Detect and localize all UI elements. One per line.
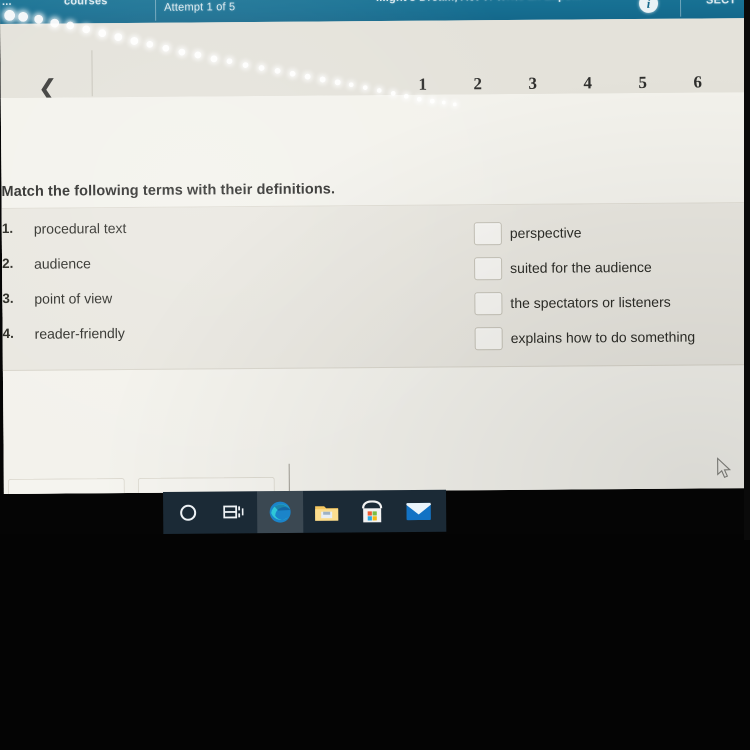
- info-icon[interactable]: i: [638, 0, 659, 13]
- definition-row: perspective: [473, 221, 750, 258]
- definition-row: suited for the audience: [474, 256, 750, 293]
- attempt-counter: Attempt 1 of 5: [164, 1, 236, 14]
- term-row: 3. point of view: [2, 288, 332, 326]
- page-number-2[interactable]: 2: [465, 74, 491, 94]
- term-row: 2. audience: [2, 253, 332, 291]
- mouse-pointer: [717, 457, 733, 479]
- laptop-screen: ... courses Attempt 1 of 5 ...ight's Dre…: [0, 0, 750, 494]
- answer-input-box[interactable]: [474, 327, 503, 351]
- question-body: Match the following terms with their def…: [0, 92, 750, 494]
- page-number-4[interactable]: 4: [575, 73, 601, 93]
- term-number: 2.: [2, 255, 14, 271]
- term-label: procedural text: [33, 220, 127, 237]
- term-row: 4. reader-friendly: [3, 323, 333, 361]
- nav-divider: [91, 50, 93, 97]
- term-row: 1. procedural text: [2, 218, 332, 256]
- microsoft-store-icon[interactable]: [349, 490, 395, 532]
- text-caret: [288, 463, 290, 494]
- section-label[interactable]: SECT: [706, 0, 736, 6]
- cortana-icon[interactable]: [165, 492, 211, 534]
- definition-row: explains how to do something: [474, 326, 750, 363]
- footer-button-left[interactable]: [7, 478, 125, 494]
- definition-row: the spectators or listeners: [474, 291, 750, 328]
- windows-taskbar: [163, 489, 447, 534]
- term-number: 1.: [1, 220, 14, 236]
- page-number-3[interactable]: 3: [520, 74, 546, 94]
- photo-dark-border-bottom: [0, 534, 750, 750]
- header-divider-left: [154, 0, 157, 21]
- term-label: point of view: [34, 290, 113, 307]
- answer-input-box[interactable]: [474, 292, 503, 316]
- edge-browser-icon[interactable]: [256, 490, 304, 534]
- breadcrumb-home[interactable]: ...: [2, 0, 12, 8]
- page-number-1[interactable]: 1: [410, 75, 436, 95]
- assignment-title: ...ight's Dream, Act V: Write an Expo...: [376, 0, 582, 4]
- term-label: reader-friendly: [34, 325, 125, 342]
- answer-input-box[interactable]: [473, 222, 502, 246]
- file-explorer-icon[interactable]: [303, 491, 349, 533]
- task-view-icon[interactable]: [211, 491, 257, 533]
- term-label: audience: [34, 255, 91, 272]
- definitions-column: perspective suited for the audience the sp…: [473, 221, 750, 363]
- definition-label: perspective: [509, 224, 582, 242]
- definition-label: the spectators or listeners: [510, 293, 671, 312]
- matching-question-card: 1. procedural text 2. audience 3. point of vi…: [0, 203, 750, 372]
- page-number-6[interactable]: 6: [685, 72, 711, 92]
- terms-column: 1. procedural text 2. audience 3. point of vi…: [2, 218, 333, 361]
- breadcrumb-courses[interactable]: courses: [64, 0, 108, 7]
- mail-icon[interactable]: [395, 490, 441, 532]
- header-divider-right: [679, 0, 682, 17]
- photo-of-screen: ... courses Attempt 1 of 5 ...ight's Dre…: [0, 0, 750, 750]
- term-number: 3.: [2, 290, 14, 306]
- photo-dark-border-right: [744, 0, 750, 540]
- term-number: 4.: [2, 325, 14, 341]
- page-number-5[interactable]: 5: [630, 73, 656, 93]
- answer-input-box[interactable]: [474, 257, 503, 281]
- question-prompt: Match the following terms with their def…: [1, 181, 336, 200]
- definition-label: suited for the audience: [510, 258, 652, 277]
- definition-label: explains how to do something: [510, 328, 696, 346]
- pagination-bar: ❮ 123456: [0, 18, 750, 112]
